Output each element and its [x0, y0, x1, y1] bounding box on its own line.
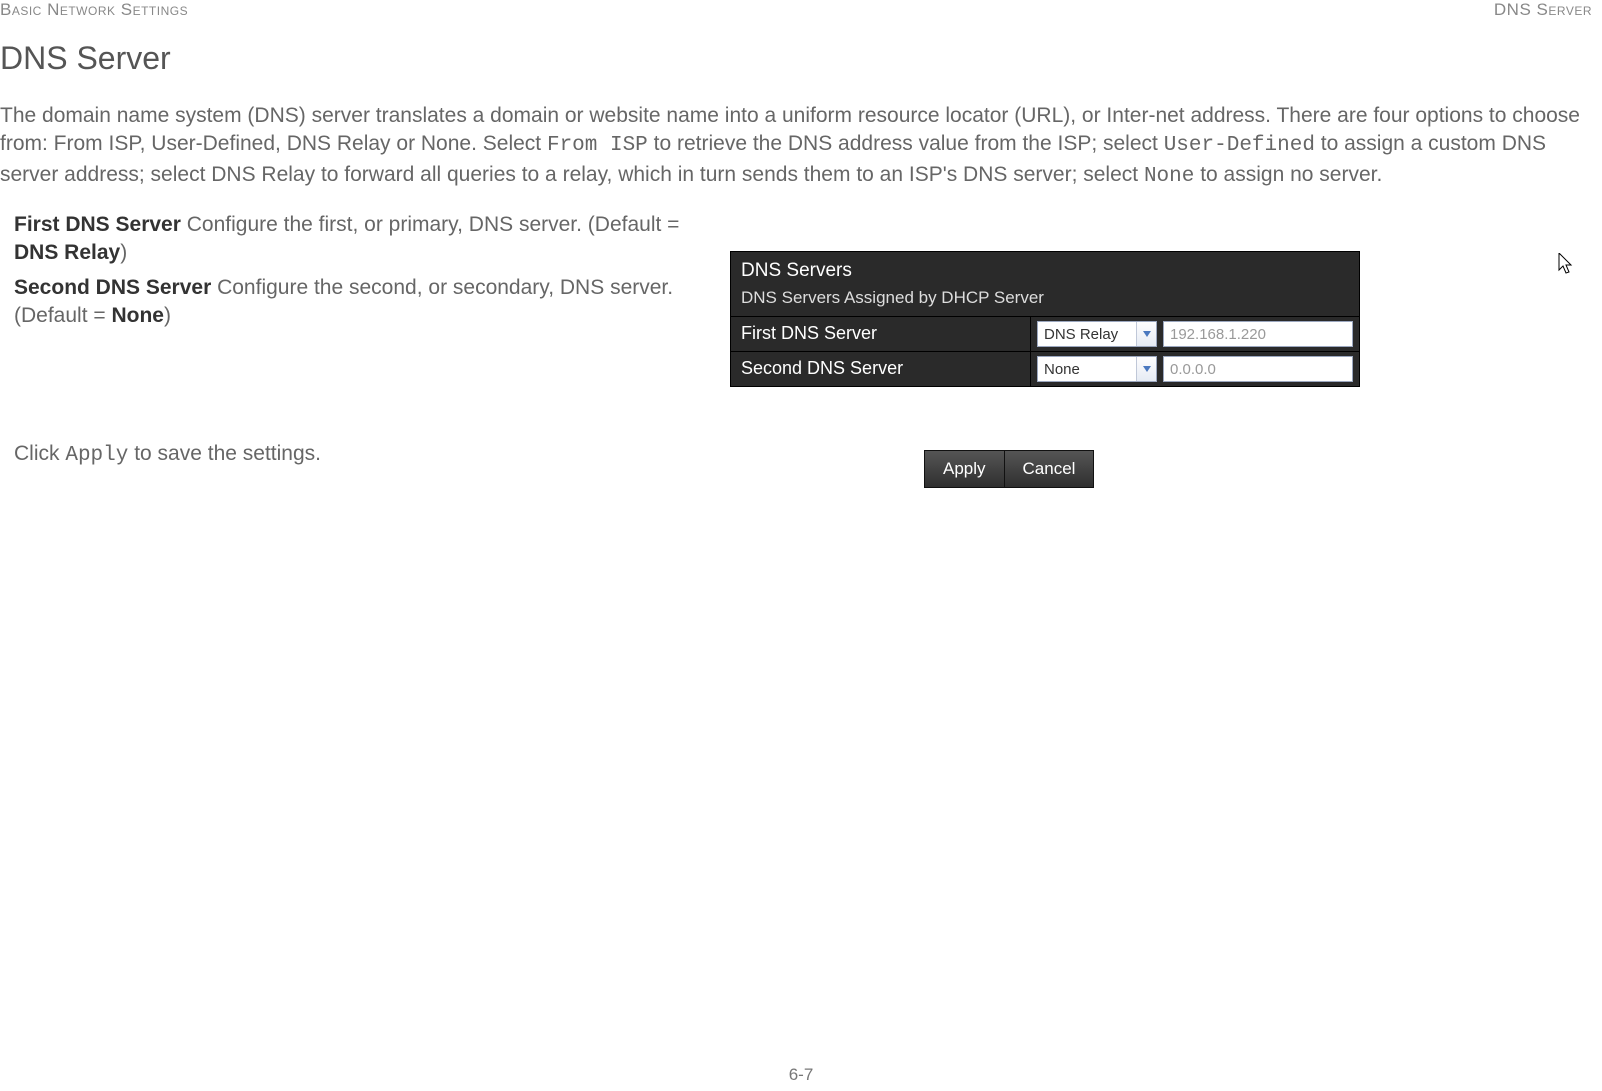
- apply-text-b: to save the settings.: [128, 442, 321, 465]
- panel-row-first: First DNS Server DNS Relay 192.168.1.220: [731, 316, 1359, 351]
- cursor-icon: [1558, 253, 1576, 277]
- first-dns-select-value: DNS Relay: [1038, 326, 1136, 343]
- definitions-column: First DNS Server Configure the first, or…: [0, 211, 700, 336]
- first-dns-default: DNS Relay: [14, 241, 120, 264]
- second-dns-select-value: None: [1038, 361, 1136, 378]
- panel-subtitle: DNS Servers Assigned by DHCP Server: [731, 284, 1359, 316]
- cancel-button[interactable]: Cancel: [1004, 451, 1094, 487]
- panel-title: DNS Servers: [731, 252, 1359, 284]
- first-dns-select[interactable]: DNS Relay: [1037, 321, 1157, 347]
- intro-mono-1: From ISP: [547, 134, 648, 157]
- first-dns-definition: First DNS Server Configure the first, or…: [14, 211, 700, 268]
- chevron-down-icon: [1136, 322, 1156, 346]
- page-number: 6-7: [789, 1065, 814, 1085]
- second-dns-definition: Second DNS Server Configure the second, …: [14, 274, 700, 331]
- apply-text-a: Click: [14, 442, 65, 465]
- first-dns-label: First DNS Server: [14, 213, 181, 236]
- row-label-first: First DNS Server: [731, 317, 1031, 351]
- row-label-second: Second DNS Server: [731, 352, 1031, 386]
- dns-servers-panel: DNS Servers DNS Servers Assigned by DHCP…: [730, 251, 1360, 387]
- apply-mono: Apply: [65, 444, 128, 467]
- intro-text-4: to assign no server.: [1194, 163, 1382, 186]
- second-dns-select[interactable]: None: [1037, 356, 1157, 382]
- apply-instruction: Click Apply to save the settings.: [14, 442, 884, 467]
- intro-text-2: to retrieve the DNS address value from t…: [648, 132, 1164, 155]
- first-dns-text-b: ): [120, 241, 127, 264]
- apply-button[interactable]: Apply: [925, 451, 1004, 487]
- intro-mono-2: User-Defined: [1164, 134, 1315, 157]
- second-dns-ip-input[interactable]: 0.0.0.0: [1163, 356, 1353, 382]
- first-dns-text-a: Configure the first, or primary, DNS ser…: [181, 213, 680, 236]
- page-title: DNS Server: [0, 40, 1602, 77]
- first-dns-ip-input[interactable]: 192.168.1.220: [1163, 321, 1353, 347]
- second-dns-default: None: [111, 304, 164, 327]
- header-left: Basic Network Settings: [0, 0, 188, 20]
- header-right: DNS Server: [1494, 0, 1592, 20]
- intro-mono-3: None: [1144, 165, 1194, 188]
- chevron-down-icon: [1136, 357, 1156, 381]
- button-bar: Apply Cancel: [924, 450, 1094, 488]
- second-dns-label: Second DNS Server: [14, 276, 211, 299]
- second-dns-text-b: ): [164, 304, 171, 327]
- intro-paragraph: The domain name system (DNS) server tran…: [0, 102, 1602, 191]
- panel-row-second: Second DNS Server None 0.0.0.0: [731, 351, 1359, 386]
